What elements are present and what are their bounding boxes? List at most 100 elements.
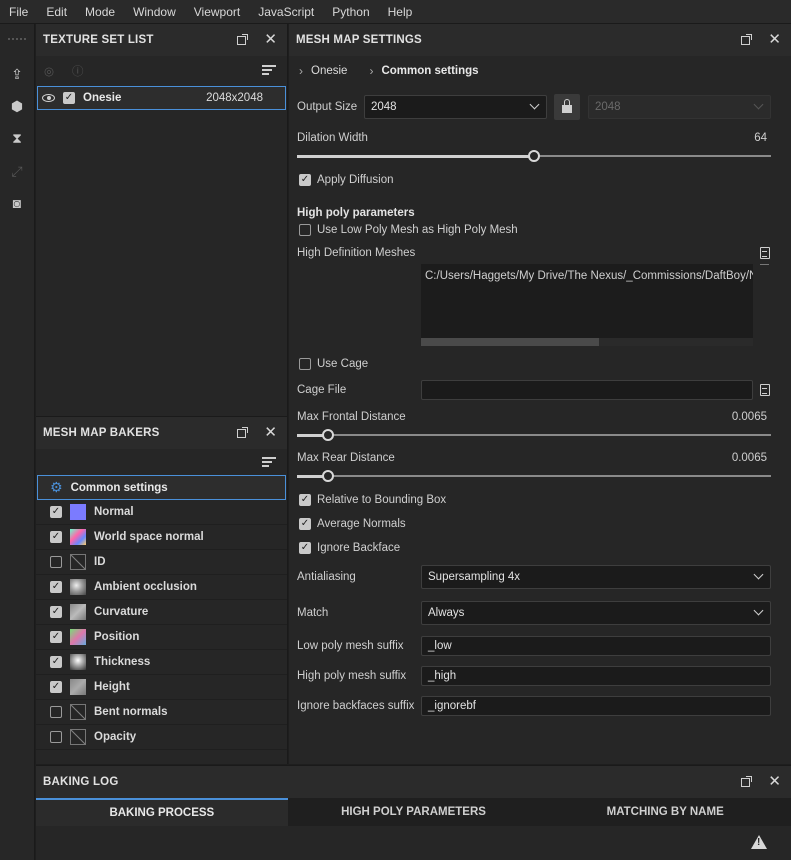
menu-window[interactable]: Window	[124, 5, 185, 19]
chevron-right-icon: ›	[299, 64, 303, 78]
filter-icon[interactable]	[262, 65, 276, 77]
float-panel-icon[interactable]	[237, 426, 249, 438]
resize-icon[interactable]: ⤢	[7, 161, 27, 181]
apply-diffusion-checkbox[interactable]: Apply Diffusion	[299, 174, 394, 186]
cage-file-input[interactable]	[421, 380, 753, 400]
ignore-suffix-input[interactable]: _ignorebf	[421, 696, 771, 716]
show-icon[interactable]: ⓘ	[72, 63, 84, 79]
file-icon[interactable]	[760, 247, 770, 259]
file-icon[interactable]	[760, 384, 770, 396]
dilation-label: Dilation Width	[297, 132, 368, 144]
high-suffix-input[interactable]: _high	[421, 666, 771, 686]
tab-matching-by-name[interactable]: MATCHING BY NAME	[539, 798, 791, 826]
menu-javascript[interactable]: JavaScript	[249, 5, 323, 19]
tab-baking-process[interactable]: BAKING PROCESS	[36, 798, 288, 826]
baker-checkbox[interactable]	[50, 706, 62, 718]
menu-help[interactable]: Help	[379, 5, 422, 19]
baker-row[interactable]: Position	[36, 625, 287, 650]
baker-row[interactable]: Ambient occlusion	[36, 575, 287, 600]
output-size-dropdown[interactable]: 2048	[364, 95, 547, 119]
baker-label: ID	[94, 556, 106, 568]
hd-mesh-path[interactable]: C:/Users/Haggets/My Drive/The Nexus/_Com…	[421, 264, 753, 288]
texture-set-checkbox[interactable]	[63, 92, 75, 104]
common-settings-row[interactable]: ⚙ Common settings	[37, 475, 286, 500]
eye-icon[interactable]	[42, 94, 55, 102]
bake-icon[interactable]: ⬢	[7, 96, 27, 116]
hd-meshes-label: High Definition Meshes	[297, 247, 416, 259]
baker-checkbox[interactable]	[50, 506, 62, 518]
breadcrumb-item[interactable]: Onesie	[311, 65, 347, 77]
dilation-slider-handle[interactable]	[528, 150, 540, 162]
baker-checkbox[interactable]	[50, 681, 62, 693]
use-low-poly-checkbox[interactable]: Use Low Poly Mesh as High Poly Mesh	[299, 224, 518, 236]
baker-row[interactable]: Thickness	[36, 650, 287, 675]
baker-checkbox[interactable]	[50, 606, 62, 618]
hd-meshes-list[interactable]: C:/Users/Haggets/My Drive/The Nexus/_Com…	[421, 264, 753, 346]
close-icon[interactable]: ✕	[768, 774, 781, 789]
float-panel-icon[interactable]	[741, 33, 753, 45]
ignore-backface-checkbox[interactable]: Ignore Backface	[299, 542, 400, 554]
baker-checkbox[interactable]	[50, 731, 62, 743]
checkbox[interactable]	[299, 224, 311, 236]
baker-row[interactable]: Opacity	[36, 725, 287, 750]
baker-row[interactable]: Normal	[36, 500, 287, 525]
lock-button[interactable]	[554, 94, 580, 120]
checkbox-label: Relative to Bounding Box	[317, 494, 447, 506]
float-panel-icon[interactable]	[237, 33, 249, 45]
filter-icon[interactable]	[262, 457, 276, 469]
gear-icon: ⚙	[50, 479, 63, 495]
remove-icon[interactable]	[760, 264, 769, 265]
baker-checkbox[interactable]	[50, 656, 62, 668]
menu-viewport[interactable]: Viewport	[185, 5, 249, 19]
match-dropdown[interactable]: Always	[421, 601, 771, 625]
antialiasing-label: Antialiasing	[297, 571, 356, 583]
hourglass-icon[interactable]: ⧗	[7, 128, 27, 148]
menu-edit[interactable]: Edit	[37, 5, 76, 19]
checkbox[interactable]	[299, 542, 311, 554]
max-rear-slider-handle[interactable]	[321, 470, 334, 482]
checkbox[interactable]	[299, 518, 311, 530]
horizontal-scrollbar[interactable]	[421, 338, 753, 346]
chevron-down-icon	[753, 569, 764, 580]
baker-row[interactable]: Curvature	[36, 600, 287, 625]
close-icon[interactable]: ✕	[264, 425, 277, 440]
baker-thumbnail-icon	[70, 579, 86, 595]
max-frontal-slider-track[interactable]	[297, 434, 771, 436]
close-icon[interactable]: ✕	[768, 32, 781, 47]
warning-icon[interactable]	[751, 835, 767, 849]
drag-grip[interactable]	[8, 38, 26, 40]
breadcrumb-item[interactable]: Common settings	[381, 65, 478, 77]
baker-checkbox[interactable]	[50, 631, 62, 643]
baker-checkbox[interactable]	[50, 531, 62, 543]
hide-all-icon[interactable]: ◎	[44, 64, 54, 78]
snapshot-icon[interactable]: ◙	[7, 193, 27, 213]
float-panel-icon[interactable]	[741, 775, 753, 787]
checkbox[interactable]	[299, 494, 311, 506]
relative-bbox-checkbox[interactable]: Relative to Bounding Box	[299, 494, 446, 506]
baker-thumbnail-icon	[70, 629, 86, 645]
checkbox[interactable]	[299, 174, 311, 186]
menu-python[interactable]: Python	[323, 5, 378, 19]
tab-high-poly-parameters[interactable]: HIGH POLY PARAMETERS	[288, 798, 540, 826]
texture-set-row[interactable]: Onesie 2048x2048	[37, 86, 286, 110]
baker-row[interactable]: ID	[36, 550, 287, 575]
average-normals-checkbox[interactable]: Average Normals	[299, 518, 406, 530]
low-suffix-input[interactable]: _low	[421, 636, 771, 656]
export-icon[interactable]: ⇪	[7, 64, 27, 84]
baker-checkbox[interactable]	[50, 581, 62, 593]
menu-mode[interactable]: Mode	[76, 5, 124, 19]
use-cage-checkbox[interactable]: Use Cage	[299, 358, 368, 370]
antialiasing-dropdown[interactable]: Supersampling 4x	[421, 565, 771, 589]
checkbox[interactable]	[299, 358, 311, 370]
max-frontal-slider-handle[interactable]	[321, 429, 334, 441]
baker-row[interactable]: Height	[36, 675, 287, 700]
baker-row[interactable]: Bent normals	[36, 700, 287, 725]
max-rear-slider-track[interactable]	[297, 475, 771, 477]
chevron-down-icon	[753, 605, 764, 616]
menu-file[interactable]: File	[0, 5, 37, 19]
baker-list: Normal World space normal ID Ambient occlus…	[36, 500, 287, 750]
baker-checkbox[interactable]	[50, 556, 62, 568]
baker-row[interactable]: World space normal	[36, 525, 287, 550]
scrollbar-thumb[interactable]	[421, 338, 599, 346]
close-icon[interactable]: ✕	[264, 32, 277, 47]
